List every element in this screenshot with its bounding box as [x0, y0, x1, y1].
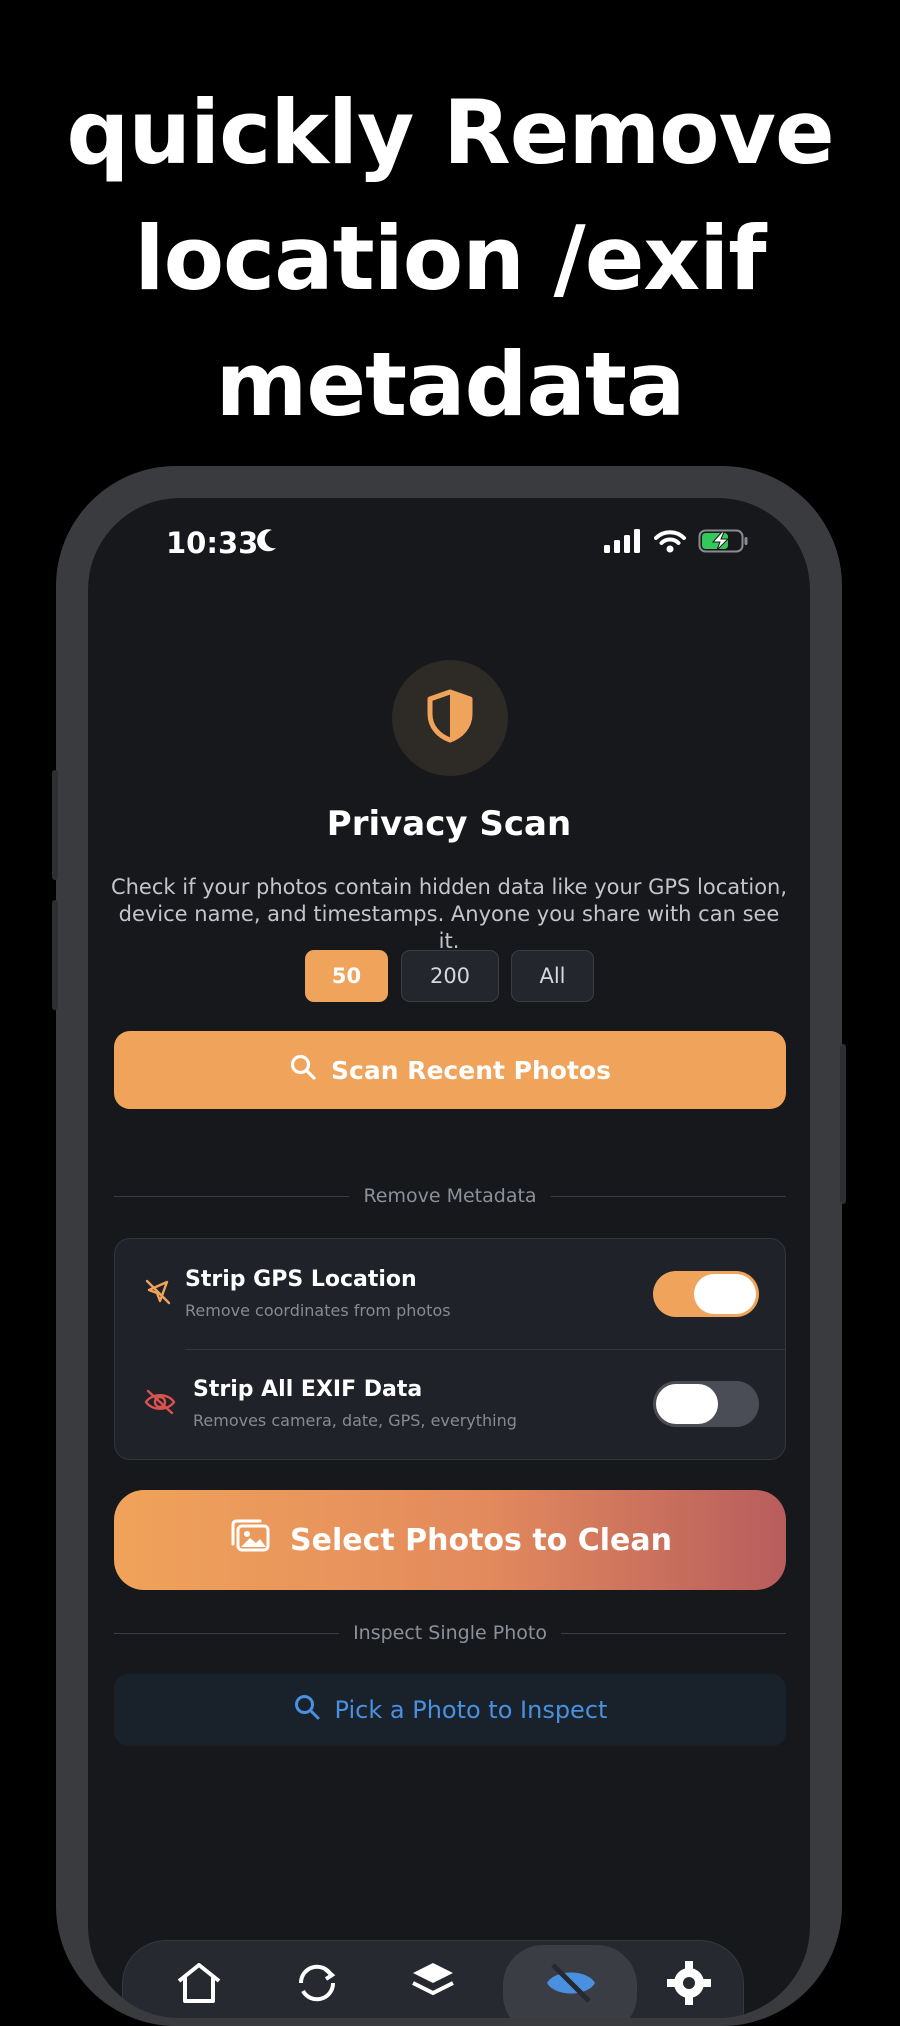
layers-icon[interactable]	[407, 1957, 459, 2013]
sync-icon[interactable]	[291, 1957, 343, 2013]
remove-metadata-divider: Remove Metadata	[114, 1185, 786, 1207]
divider-line	[114, 1632, 340, 1634]
moon-icon	[254, 526, 280, 560]
photos-icon	[228, 1518, 272, 1562]
divider-line	[114, 1195, 350, 1197]
signal-icon	[604, 529, 642, 557]
headline-line-3: metadata	[215, 333, 686, 436]
status-icons	[604, 528, 750, 558]
scan-recent-photos-button[interactable]: Scan Recent Photos	[114, 1031, 786, 1109]
strip-exif-toggle[interactable]	[653, 1381, 759, 1427]
toggle-knob	[656, 1384, 718, 1424]
strip-exif-subtitle: Removes camera, date, GPS, everything	[193, 1411, 517, 1430]
select-photos-label: Select Photos to Clean	[289, 1522, 672, 1558]
remove-metadata-label: Remove Metadata	[363, 1185, 537, 1207]
home-icon[interactable]	[173, 1957, 225, 2013]
divider-line	[550, 1195, 786, 1197]
strip-gps-subtitle: Remove coordinates from photos	[185, 1301, 451, 1320]
gear-icon[interactable]	[663, 1957, 715, 2013]
scan-button-label: Scan Recent Photos	[331, 1055, 611, 1085]
strip-gps-toggle[interactable]	[653, 1271, 759, 1317]
count-option-200[interactable]: 200	[401, 950, 499, 1002]
count-option-50[interactable]: 50	[305, 950, 388, 1002]
pick-photo-to-inspect-button[interactable]: Pick a Photo to Inspect	[114, 1674, 786, 1746]
headline-line-2: location /exif	[134, 207, 766, 310]
eye-slash-icon	[143, 1387, 177, 1421]
search-icon	[289, 1053, 317, 1087]
headline: quickly Remove location /exif metadata	[0, 70, 900, 448]
strip-gps-row: Strip GPS Location Remove coordinates fr…	[115, 1239, 785, 1349]
count-option-all[interactable]: All	[511, 950, 594, 1002]
shield-icon	[426, 689, 474, 747]
location-slash-icon	[143, 1277, 173, 1311]
privacy-scan-title: Privacy Scan	[326, 804, 572, 844]
divider-line	[560, 1632, 787, 1634]
inspect-button-label: Pick a Photo to Inspect	[334, 1696, 608, 1724]
phone-screen: 10:33 Privacy Scan Check if your photos …	[88, 498, 810, 2018]
strip-exif-row: Strip All EXIF Data Removes camera, date…	[115, 1349, 785, 1459]
privacy-scan-description: Check if your photos contain hidden data…	[110, 875, 788, 953]
inspect-divider: Inspect Single Photo	[114, 1622, 787, 1644]
strip-gps-title: Strip GPS Location	[185, 1267, 417, 1292]
search-icon	[293, 1693, 321, 1727]
select-photos-to-clean-button[interactable]: Select Photos to Clean	[114, 1490, 786, 1590]
side-button-left-1	[52, 770, 58, 880]
inspect-label: Inspect Single Photo	[353, 1622, 547, 1644]
side-button-left-2	[52, 900, 58, 1010]
battery-charging-icon	[698, 528, 750, 558]
side-button-right	[840, 1044, 846, 1204]
toggle-knob	[694, 1274, 756, 1314]
headline-line-1: quickly Remove	[66, 81, 834, 184]
wifi-icon	[654, 529, 686, 557]
remove-options-card: Strip GPS Location Remove coordinates fr…	[114, 1238, 786, 1460]
strip-exif-title: Strip All EXIF Data	[193, 1377, 423, 1402]
shield-badge	[392, 660, 508, 776]
privacy-icon[interactable]	[543, 1957, 599, 2013]
tab-bar	[122, 1940, 744, 2018]
status-time: 10:33	[166, 526, 259, 560]
